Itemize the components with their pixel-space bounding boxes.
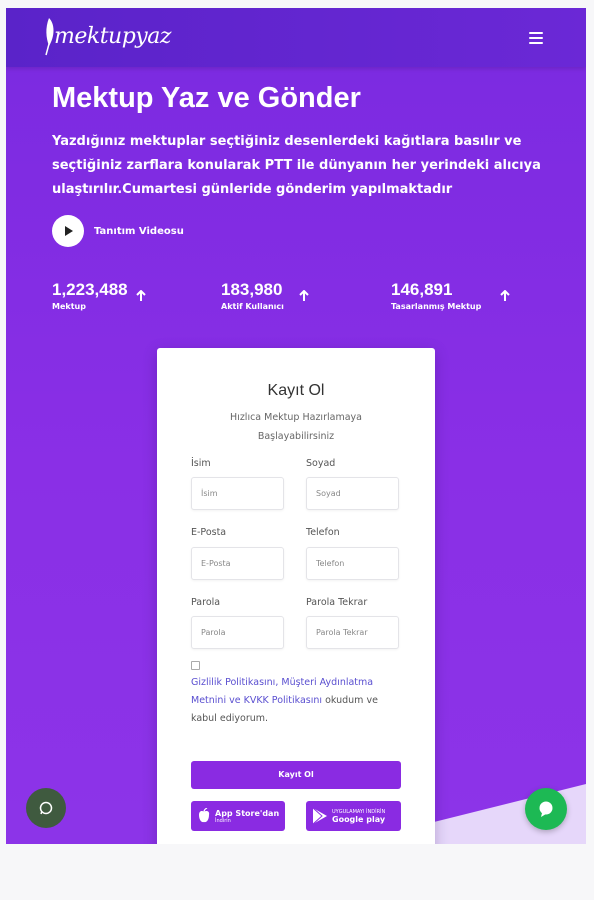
password-input[interactable]: Parola: [191, 616, 284, 649]
google-play-icon: [312, 807, 327, 825]
arrow-up-icon: [299, 290, 309, 301]
stat-label: Aktif Kullanıcı: [221, 302, 284, 311]
first-name-input[interactable]: İsim: [191, 477, 284, 510]
site-logo[interactable]: mektupyaz: [40, 14, 171, 60]
hero-title: Mektup Yaz ve Gönder: [52, 82, 361, 114]
apple-icon: [199, 808, 210, 823]
email-label: E-Posta: [191, 527, 227, 538]
live-chat-button[interactable]: [525, 788, 567, 830]
google-play-button[interactable]: UYGULAMAYI İNDİRİN Google play: [306, 801, 401, 831]
hero-description: Yazdığınız mektuplar seçtiğiniz desenler…: [52, 134, 541, 197]
intro-video-link[interactable]: Tanıtım Videosu: [52, 215, 184, 247]
stat-value: 1,223,488: [52, 280, 128, 299]
consent-text: Gizlilik Politikasını, Müşteri Aydınlatm…: [191, 674, 401, 728]
password-repeat-input[interactable]: Parola Tekrar: [306, 616, 399, 649]
phone-label: Telefon: [306, 527, 340, 538]
stat-label: Tasarlanmış Mektup: [391, 302, 482, 311]
stat-letters: 1,223,488 Mektup: [52, 280, 128, 311]
stat-designed-letters: 146,891 Tasarlanmış Mektup: [391, 280, 481, 311]
register-card: Kayıt Ol Hızlıca Mektup Hazırlamaya Başl…: [157, 348, 435, 844]
phone-input[interactable]: Telefon: [306, 547, 399, 580]
last-name-label: Soyad: [306, 458, 336, 469]
google-play-label: Google play: [332, 814, 386, 824]
top-navbar: mektupyaz: [6, 8, 586, 67]
hamburger-menu-icon[interactable]: [529, 32, 543, 44]
last-name-input[interactable]: Soyad: [306, 477, 399, 510]
first-name-label: İsim: [191, 458, 211, 469]
email-input[interactable]: E-Posta: [191, 547, 284, 580]
chat-bubble-icon: [539, 801, 553, 817]
whatsapp-icon: [39, 801, 53, 815]
consent-checkbox[interactable]: [191, 661, 200, 670]
arrow-up-icon: [136, 290, 146, 301]
password-repeat-label: Parola Tekrar: [306, 597, 368, 608]
stat-value: 183,980: [221, 280, 283, 299]
logo-text: mektupyaz: [54, 24, 171, 49]
form-title: Kayıt Ol: [267, 382, 325, 399]
app-store-button[interactable]: App Store'dan İndirin: [191, 801, 285, 831]
app-store-sub: İndirin: [215, 817, 231, 824]
stat-label: Mektup: [52, 302, 86, 311]
password-label: Parola: [191, 597, 221, 608]
video-label: Tanıtım Videosu: [94, 225, 184, 237]
stat-active-users: 183,980 Aktif Kullanıcı: [221, 280, 284, 311]
whatsapp-button[interactable]: [26, 788, 66, 828]
stat-value: 146,891: [391, 280, 453, 299]
play-icon[interactable]: [52, 215, 84, 247]
page-frame: mektupyaz Mektup Yaz ve Gönder Yazdığını…: [6, 8, 586, 844]
google-play-small: UYGULAMAYI İNDİRİN: [332, 808, 386, 815]
form-subtitle: Hızlıca Mektup Hazırlamaya Başlayabilirs…: [230, 412, 362, 442]
arrow-up-icon: [500, 290, 510, 301]
register-button[interactable]: Kayıt Ol: [191, 761, 401, 789]
app-store-label: App Store'dan: [215, 808, 280, 818]
privacy-policy-link[interactable]: Gizlilik Politikasını,: [191, 677, 278, 688]
